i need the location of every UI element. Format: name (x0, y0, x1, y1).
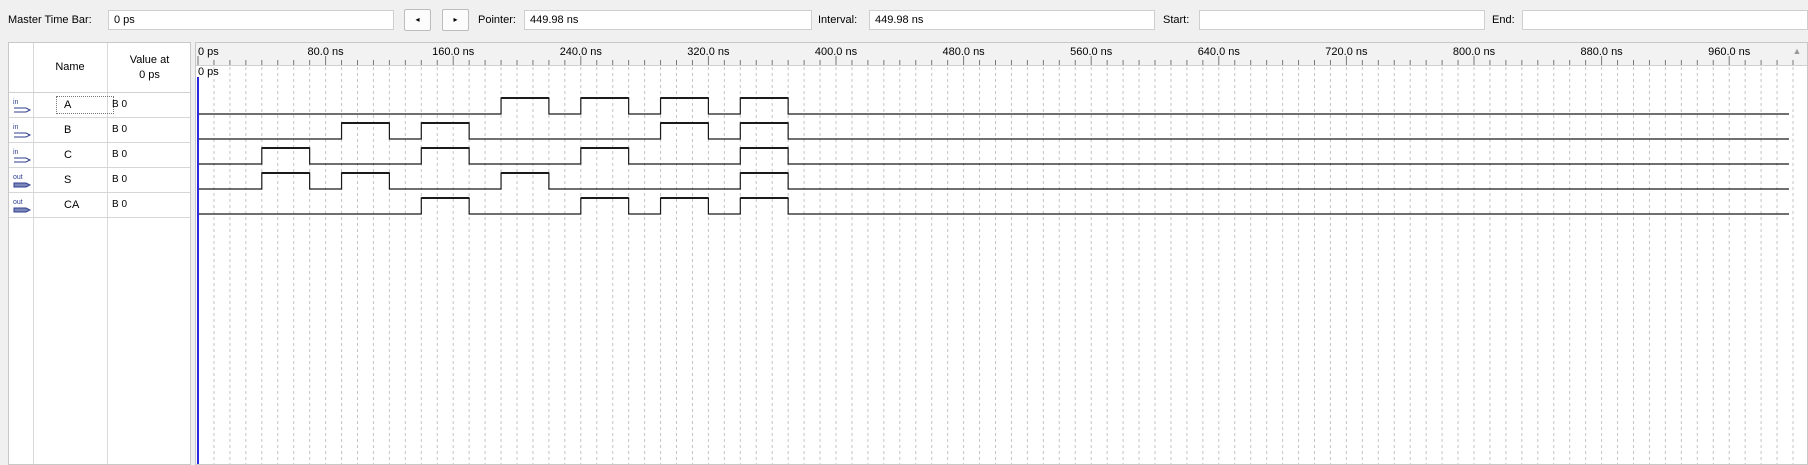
value-header-line2: 0 ps (139, 69, 160, 81)
pointer-label: Pointer: (478, 14, 516, 26)
time-tick-label: 880.0 ns (1580, 46, 1623, 58)
name-column-header[interactable]: Name (33, 60, 107, 75)
pointer-field[interactable]: 449.98 ns (524, 10, 812, 30)
input-pin-icon: in (13, 99, 32, 113)
waveform-b[interactable] (198, 122, 1789, 140)
signal-name: A (55, 95, 115, 115)
svg-text:out: out (13, 199, 23, 206)
arrow-right-icon: ▸ (453, 15, 458, 24)
signal-row-s[interactable]: out S B 0 (9, 168, 190, 193)
master-time-bar-label: Master Time Bar: (8, 14, 92, 26)
svg-text:out: out (13, 174, 23, 181)
signal-row-c[interactable]: in C B 0 (9, 143, 190, 168)
time-tick-label: 0 ps (198, 46, 219, 58)
next-transition-button[interactable]: ▸ (442, 9, 469, 31)
signal-row-a[interactable]: in A B 0 (9, 93, 190, 118)
input-pin-icon: in (13, 149, 32, 163)
signal-name: C (64, 149, 72, 161)
time-tick-label: 80.0 ns (308, 46, 345, 58)
waveform-canvas[interactable]: 0 ps 80.0 ns 160.0 ns 240.0 ns 320.0 ns 400.0… (196, 43, 1808, 465)
scroll-up-arrow-icon[interactable]: ▲ (1791, 46, 1803, 56)
previous-transition-button[interactable]: ◂ (404, 9, 431, 31)
waveform-c[interactable] (198, 147, 1789, 165)
time-tick-label: 560.0 ns (1070, 46, 1113, 58)
time-tick-label: 640.0 ns (1198, 46, 1241, 58)
end-field[interactable] (1522, 10, 1808, 30)
svg-text:in: in (13, 124, 19, 131)
signal-value: B 0 (112, 149, 128, 160)
signal-table-header: Name Value at 0 ps (9, 43, 190, 93)
start-label: Start: (1163, 14, 1190, 26)
value-header-line1: Value at (129, 54, 170, 66)
signal-value: B 0 (112, 174, 128, 185)
value-column-header[interactable]: Value at 0 ps (107, 53, 190, 83)
master-time-bar-field[interactable]: 0 ps (108, 10, 394, 30)
time-tick-label: 480.0 ns (942, 46, 985, 58)
input-pin-icon: in (13, 124, 32, 138)
start-field[interactable] (1199, 10, 1485, 30)
time-tick-label: 800.0 ns (1453, 46, 1496, 58)
time-tick-label: 320.0 ns (687, 46, 730, 58)
time-tick-label: 160.0 ns (432, 46, 475, 58)
waveform-ca[interactable] (198, 197, 1789, 215)
signal-name: CA (64, 199, 80, 211)
time-tick-label: 240.0 ns (560, 46, 603, 58)
time-toolbar: Master Time Bar: 0 ps ◂ ▸ Pointer: 449.9… (0, 0, 1808, 40)
output-pin-icon: out (13, 174, 32, 188)
signal-name: B (64, 124, 72, 136)
signal-value: B 0 (112, 99, 128, 110)
svg-text:in: in (13, 99, 19, 106)
signal-value: B 0 (112, 124, 128, 135)
waveform-panel[interactable]: 0 ps 80.0 ns 160.0 ns 240.0 ns 320.0 ns 400.0… (195, 42, 1808, 465)
signal-name: S (64, 174, 72, 186)
waveform-s[interactable] (198, 172, 1789, 190)
signal-value: B 0 (112, 199, 128, 210)
time-tick-label: 720.0 ns (1325, 46, 1368, 58)
arrow-left-icon: ◂ (415, 15, 420, 24)
output-pin-icon: out (13, 199, 32, 213)
waveform-a[interactable] (198, 97, 1789, 115)
svg-text:in: in (13, 149, 19, 156)
interval-field[interactable]: 449.98 ns (869, 10, 1155, 30)
time-grid (213, 67, 1794, 464)
end-label: End: (1492, 14, 1515, 26)
cursor-time-label: 0 ps (198, 66, 219, 78)
signal-name-panel: Name Value at 0 ps in A B 0 in B B 0 in … (8, 42, 191, 465)
signal-row-ca[interactable]: out CA B 0 (9, 193, 190, 218)
signal-waveforms (198, 97, 1789, 215)
time-tick-label: 400.0 ns (815, 46, 858, 58)
interval-label: Interval: (818, 14, 858, 26)
time-tick-label: 960.0 ns (1708, 46, 1751, 58)
signal-row-b[interactable]: in B B 0 (9, 118, 190, 143)
